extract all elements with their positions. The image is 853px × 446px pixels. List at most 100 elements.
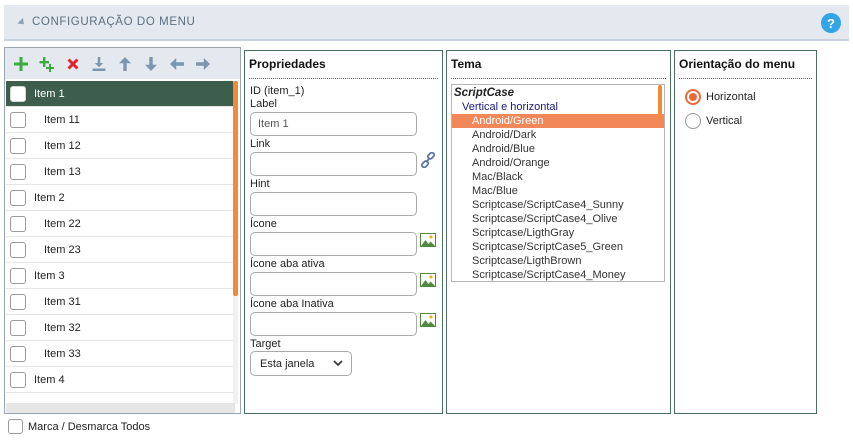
item-list-horizontal-scrollbar[interactable]	[6, 403, 235, 413]
target-caption: Target	[250, 338, 281, 350]
orientation-vertical-radio[interactable]	[685, 113, 701, 129]
menu-item-checkbox[interactable]	[10, 345, 26, 362]
menu-config-page: CONFIGURAÇÃO DO MENU ? Item 1 Item 11 It…	[0, 0, 853, 446]
link-caption: Link	[250, 138, 271, 150]
active-tab-icon-input[interactable]	[250, 272, 417, 296]
theme-option[interactable]: Mac/Black	[452, 170, 664, 184]
menu-item-row[interactable]: Item 31	[6, 289, 235, 315]
theme-subgroup-label: Vertical e horizontal	[462, 101, 558, 113]
menu-item-label: Item 4	[34, 373, 65, 386]
target-select[interactable]: Esta janela	[250, 351, 352, 376]
move-right-button[interactable]	[192, 53, 214, 75]
image-picker-icon[interactable]	[420, 272, 436, 288]
menu-item-checkbox[interactable]	[10, 215, 26, 232]
theme-option[interactable]: Scriptcase/ScriptCase5_Green	[452, 240, 664, 254]
delete-icon	[67, 58, 79, 69]
theme-option[interactable]: Android/Dark	[452, 128, 664, 142]
image-picker-icon[interactable]	[420, 312, 436, 328]
menu-item-row[interactable]: Item 2	[6, 185, 235, 211]
download-icon	[92, 56, 106, 71]
download-button[interactable]	[88, 53, 110, 75]
menu-item-checkbox[interactable]	[10, 267, 26, 284]
menu-item-row[interactable]: Item 22	[6, 211, 235, 237]
toggle-all-checkbox[interactable]	[8, 419, 23, 434]
add-icon	[14, 56, 28, 71]
theme-title: Tema	[451, 57, 666, 79]
menu-item-checkbox[interactable]	[10, 137, 26, 154]
item-list-vertical-scrollbar[interactable]	[233, 81, 238, 404]
items-toolbar	[5, 48, 240, 79]
menu-item-row[interactable]: Item 33	[6, 341, 235, 367]
orientation-horizontal-radio[interactable]	[685, 89, 701, 105]
menu-item-row[interactable]: Item 23	[6, 237, 235, 263]
hint-caption: Hint	[250, 178, 270, 190]
delete-item-button[interactable]	[62, 53, 84, 75]
menu-item-checkbox[interactable]	[10, 293, 26, 310]
menu-item-label: Item 32	[44, 321, 81, 334]
move-down-button[interactable]	[140, 53, 162, 75]
theme-option[interactable]: Scriptcase/ScriptCase4_Money	[452, 268, 664, 281]
move-up-button[interactable]	[114, 53, 136, 75]
theme-option[interactable]: Android/Green	[452, 114, 664, 128]
arrow-up-icon	[119, 56, 131, 71]
hint-input[interactable]	[250, 192, 417, 216]
theme-group-label: ScriptCase	[454, 87, 515, 99]
menu-items-panel: Item 1 Item 11 Item 12 Item 13 Item 2 Item 22…	[4, 47, 241, 414]
scrollbar-thumb[interactable]	[233, 81, 238, 296]
add-child-icon	[39, 56, 54, 72]
orientation-option-label: Horizontal	[706, 91, 756, 103]
menu-item-label: Item 23	[44, 243, 81, 256]
add-item-button[interactable]	[10, 53, 32, 75]
collapse-triangle-icon[interactable]	[17, 17, 27, 27]
menu-item-checkbox[interactable]	[10, 111, 26, 128]
menu-item-checkbox[interactable]	[10, 371, 26, 388]
target-selected-value: Esta janela	[260, 357, 315, 370]
icon-caption: Ícone	[250, 218, 277, 230]
theme-option[interactable]: Android/Orange	[452, 156, 664, 170]
toggle-all-label: Marca / Desmarca Todos	[28, 420, 151, 433]
theme-option[interactable]: Scriptcase/ScriptCase4_Olive	[452, 212, 664, 226]
item-id-text: ID (item_1)	[250, 85, 305, 97]
menu-item-label: Item 22	[44, 217, 81, 230]
move-left-button[interactable]	[166, 53, 188, 75]
theme-panel: Tema ScriptCase Vertical e horizontal An…	[446, 50, 671, 414]
active-tab-icon-caption: Ícone aba ativa	[250, 258, 325, 270]
menu-item-label: Item 13	[44, 165, 81, 178]
theme-option[interactable]: Scriptcase/LigthBrown	[452, 254, 664, 268]
add-subitem-button[interactable]	[36, 53, 58, 75]
theme-option[interactable]: Android/Blue	[452, 142, 664, 156]
menu-item-checkbox[interactable]	[10, 85, 26, 102]
orientation-horizontal-option[interactable]: Horizontal	[685, 89, 756, 105]
menu-item-checkbox[interactable]	[10, 241, 26, 258]
menu-item-checkbox[interactable]	[10, 319, 26, 336]
properties-title: Propriedades	[249, 57, 438, 79]
link-input[interactable]	[250, 152, 417, 176]
menu-item-row[interactable]: Item 32	[6, 315, 235, 341]
link-chain-icon[interactable]	[420, 152, 436, 168]
label-input[interactable]	[250, 112, 417, 136]
menu-item-row[interactable]: Item 1	[6, 81, 235, 107]
arrow-right-icon	[196, 57, 210, 70]
help-button[interactable]: ?	[821, 13, 841, 33]
theme-option[interactable]: Mac/Blue	[452, 184, 664, 198]
theme-list-scrollbar[interactable]	[658, 85, 662, 120]
theme-listbox[interactable]: ScriptCase Vertical e horizontal Android…	[451, 84, 665, 282]
image-picker-icon[interactable]	[420, 232, 436, 248]
menu-item-checkbox[interactable]	[10, 163, 26, 180]
menu-item-checkbox[interactable]	[10, 189, 26, 206]
toggle-all-control[interactable]: Marca / Desmarca Todos	[8, 419, 150, 434]
orientation-title: Orientação do menu	[679, 57, 812, 79]
menu-item-row[interactable]: Item 13	[6, 159, 235, 185]
menu-item-row[interactable]: Item 4	[6, 367, 235, 393]
label-caption: Label	[250, 98, 277, 110]
menu-item-label: Item 12	[44, 139, 81, 152]
inactive-tab-icon-input[interactable]	[250, 312, 417, 336]
menu-item-row[interactable]: Item 12	[6, 133, 235, 159]
menu-item-row[interactable]: Item 11	[6, 107, 235, 133]
menu-item-row[interactable]: Item 3	[6, 263, 235, 289]
theme-option[interactable]: Scriptcase/LigthGray	[452, 226, 664, 240]
orientation-vertical-option[interactable]: Vertical	[685, 113, 742, 129]
menu-item-label: Item 33	[44, 347, 81, 360]
theme-option[interactable]: Scriptcase/ScriptCase4_Sunny	[452, 198, 664, 212]
icon-input[interactable]	[250, 232, 417, 256]
